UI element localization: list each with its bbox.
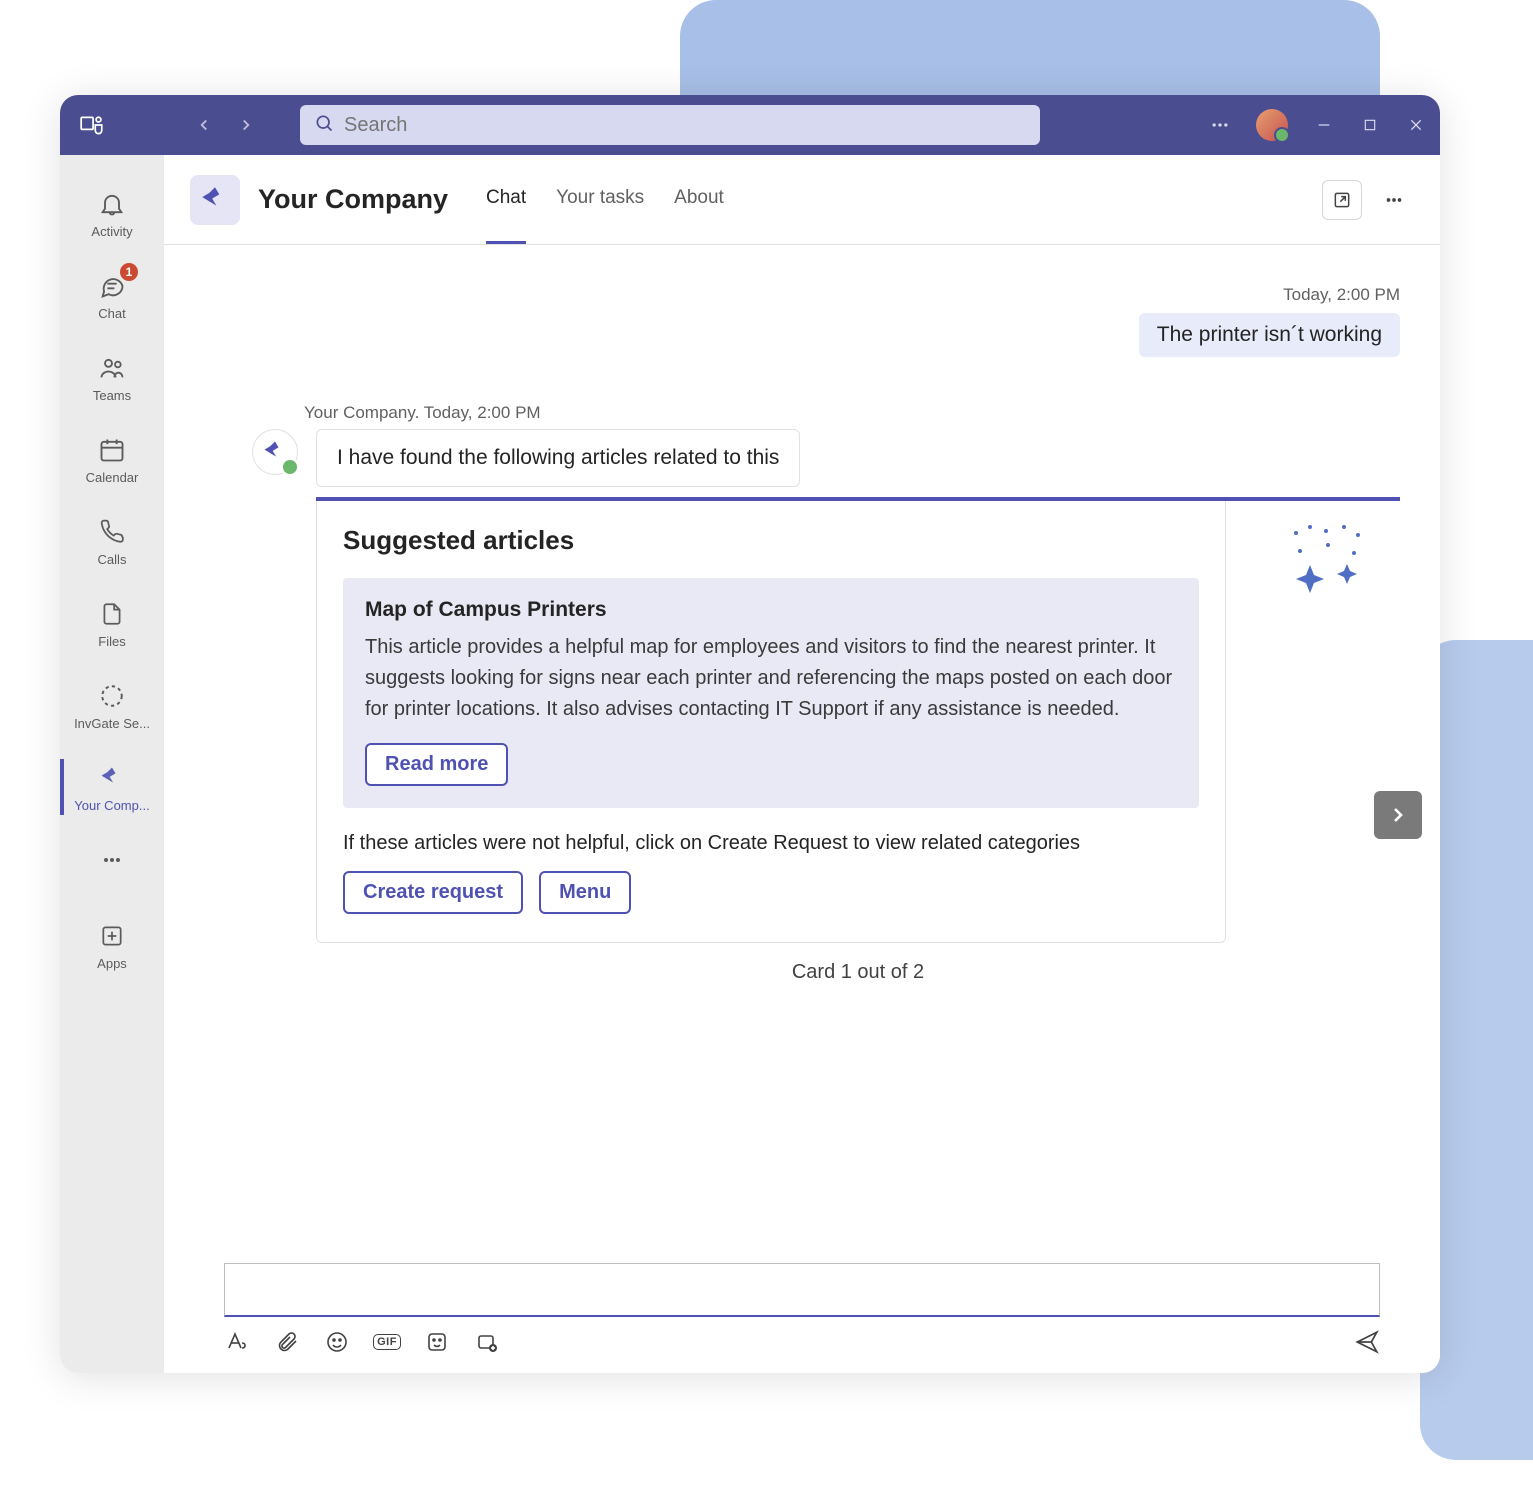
rail-item-teams[interactable]: Teams (60, 337, 164, 417)
content-pane: Your Company Chat Your tasks About Today… (164, 155, 1440, 1373)
rail-label: Calendar (86, 470, 139, 485)
rail-item-apps[interactable]: Apps (60, 905, 164, 985)
main-area: Activity 1 Chat Teams Calendar Calls (60, 155, 1440, 1373)
maximize-button[interactable] (1360, 115, 1380, 135)
rail-item-activity[interactable]: Activity (60, 173, 164, 253)
titlebar-right (1210, 109, 1426, 141)
more-compose-icon[interactable] (474, 1329, 500, 1355)
article-box: Map of Campus Printers This article prov… (343, 578, 1199, 808)
header-more-button[interactable] (1374, 180, 1414, 220)
compose-area: GIF (164, 1263, 1440, 1373)
tab-your-tasks[interactable]: Your tasks (556, 155, 644, 244)
read-more-button[interactable]: Read more (365, 743, 508, 786)
close-button[interactable] (1406, 115, 1426, 135)
minimize-button[interactable] (1314, 115, 1334, 135)
bell-icon (96, 188, 128, 220)
rail-label: Apps (97, 956, 127, 971)
card-title: Suggested articles (343, 525, 1199, 556)
attach-icon[interactable] (274, 1329, 300, 1355)
tabs: Chat Your tasks About (486, 155, 724, 244)
company-icon (96, 762, 128, 794)
chat-badge: 1 (120, 263, 138, 281)
user-message: The printer isn´t working (1139, 313, 1400, 357)
content-header: Your Company Chat Your tasks About (164, 155, 1440, 245)
emoji-icon[interactable] (324, 1329, 350, 1355)
compose-toolbar: GIF (224, 1329, 1380, 1355)
more-options-button[interactable] (1210, 115, 1230, 135)
rail-item-files[interactable]: Files (60, 583, 164, 663)
card-counter: Card 1 out of 2 (316, 961, 1400, 984)
popout-button[interactable] (1322, 180, 1362, 220)
search-input[interactable] (344, 114, 1026, 137)
nav-arrows (188, 109, 262, 141)
gif-icon[interactable]: GIF (374, 1329, 400, 1355)
search-bar[interactable] (300, 105, 1040, 145)
compose-input[interactable] (239, 1279, 1365, 1301)
chat-scroll: Today, 2:00 PM The printer isn´t working… (164, 245, 1440, 1263)
rail-item-invgate[interactable]: InvGate Se... (60, 665, 164, 745)
format-icon[interactable] (224, 1329, 250, 1355)
rail-more-button[interactable] (60, 835, 164, 885)
rail-label: Teams (93, 388, 131, 403)
search-icon (314, 113, 334, 138)
rail-label: InvGate Se... (74, 716, 150, 731)
calendar-icon (96, 434, 128, 466)
rail-item-calendar[interactable]: Calendar (60, 419, 164, 499)
nav-forward-button[interactable] (230, 109, 262, 141)
rail-label: Files (98, 634, 125, 649)
rail-item-chat[interactable]: 1 Chat (60, 255, 164, 335)
tab-about[interactable]: About (674, 155, 724, 244)
app-rail: Activity 1 Chat Teams Calendar Calls (60, 155, 164, 1373)
invgate-icon (96, 680, 128, 712)
phone-icon (96, 516, 128, 548)
suggested-articles-card: Suggested articles Map of Campus Printer… (316, 501, 1226, 943)
article-title: Map of Campus Printers (365, 598, 1177, 622)
card-button-row: Create request Menu (343, 871, 1199, 914)
rail-label: Activity (91, 224, 132, 239)
card-container: Suggested articles Map of Campus Printer… (316, 497, 1400, 984)
send-button[interactable] (1354, 1329, 1380, 1355)
rail-label: Chat (98, 306, 125, 321)
menu-button[interactable]: Menu (539, 871, 631, 914)
bot-row: I have found the following articles rela… (252, 429, 1400, 487)
teams-logo-icon (74, 107, 110, 143)
user-message-timestamp: Today, 2:00 PM (204, 285, 1400, 305)
sticker-icon[interactable] (424, 1329, 450, 1355)
card-next-button[interactable] (1374, 791, 1422, 839)
user-avatar[interactable] (1256, 109, 1288, 141)
rail-label: Calls (98, 552, 127, 567)
compose-input-wrap[interactable] (224, 1263, 1380, 1317)
titlebar (60, 95, 1440, 155)
file-icon (96, 598, 128, 630)
rail-item-calls[interactable]: Calls (60, 501, 164, 581)
rail-item-your-company[interactable]: Your Comp... (60, 747, 164, 827)
sparkle-icon (1286, 521, 1370, 598)
card-helper-text: If these articles were not helpful, clic… (343, 832, 1199, 855)
app-icon (190, 175, 240, 225)
nav-back-button[interactable] (188, 109, 220, 141)
create-request-button[interactable]: Create request (343, 871, 523, 914)
tab-chat[interactable]: Chat (486, 155, 526, 244)
header-actions (1322, 180, 1414, 220)
bot-meta: Your Company. Today, 2:00 PM (304, 403, 1400, 423)
bot-avatar (252, 429, 298, 475)
article-body: This article provides a helpful map for … (365, 632, 1177, 725)
app-title: Your Company (258, 184, 448, 215)
teams-icon (96, 352, 128, 384)
bot-message: I have found the following articles rela… (316, 429, 800, 487)
apps-icon (96, 920, 128, 952)
teams-window: Activity 1 Chat Teams Calendar Calls (60, 95, 1440, 1373)
rail-label: Your Comp... (74, 798, 149, 813)
